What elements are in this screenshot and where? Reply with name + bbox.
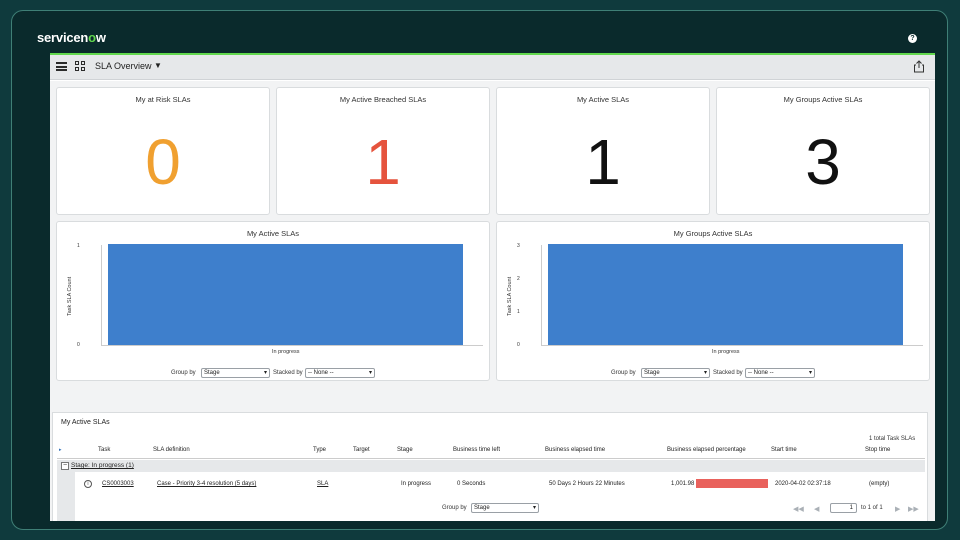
cell-business-elapsed-time: 50 Days 2 Hours 22 Minutes (549, 481, 625, 487)
group-by-select[interactable]: Stage (641, 368, 710, 378)
elapsed-percentage-bar (696, 479, 768, 488)
column-header-task[interactable]: Task (98, 447, 110, 453)
y-axis-label: Task SLA Count (67, 276, 73, 316)
column-header-business-time-left[interactable]: Business time left (453, 447, 500, 453)
bar-in-progress[interactable] (548, 244, 903, 345)
cell-business-time-left: 0 Seconds (457, 481, 486, 487)
scorecard-value[interactable]: 1 (277, 122, 489, 202)
x-tick-label: In progress (272, 349, 300, 355)
x-tick-label: In progress (712, 349, 740, 355)
column-header-type[interactable]: Type (313, 447, 326, 453)
chart-title: My Groups Active SLAs (673, 229, 753, 238)
y-tick-max: 1 (77, 243, 80, 249)
last-page-icon[interactable]: ▶▶ (908, 505, 919, 513)
group-label[interactable]: Stage: In progress (1) (71, 462, 134, 469)
column-header-target[interactable]: Target (353, 447, 370, 453)
app-frame: servicenow ? SLA Overview ▼ My at Risk S… (11, 10, 948, 530)
scorecard-breached[interactable]: My Active Breached SLAs 1 (276, 87, 490, 215)
y-axis-label: Task SLA Count (507, 276, 513, 316)
next-page-icon[interactable]: ▶ (895, 505, 900, 513)
plot-area (541, 244, 923, 346)
chart-my-active-slas: My Active SLAs Task SLA Count 1 0 In pro… (56, 221, 490, 381)
collapse-toggle[interactable]: − (61, 462, 69, 470)
first-page-icon[interactable]: ◀◀ (793, 505, 804, 513)
servicenow-logo[interactable]: servicenow (37, 30, 106, 45)
list-title: My Active SLAs (61, 419, 110, 426)
scorecard-title: My Active Breached SLAs (339, 95, 427, 104)
sla-list: My Active SLAs 1 total Task SLAs ▸ Task … (52, 412, 928, 521)
chart-my-groups-active-slas: My Groups Active SLAs Task SLA Count 3 2… (496, 221, 930, 381)
scorecard-title: My Groups Active SLAs (783, 95, 863, 104)
scorecard-groups-active[interactable]: My Groups Active SLAs 3 (716, 87, 930, 215)
column-header-stop-time[interactable]: Stop time (865, 447, 890, 453)
group-row: − Stage: In progress (1) (57, 460, 925, 472)
list-group-by-label: Group by (442, 505, 467, 511)
cell-stage: In progress (401, 481, 432, 487)
stacked-by-select[interactable]: -- None -- (745, 368, 815, 378)
question-icon[interactable]: ? (908, 34, 917, 43)
dashboard-title[interactable]: SLA Overview (95, 61, 152, 71)
scorecard-value[interactable]: 1 (497, 122, 709, 202)
scorecard-value[interactable]: 0 (57, 122, 269, 202)
y-tick-min: 0 (77, 342, 80, 348)
stacked-by-label: Stacked by (713, 370, 743, 376)
list-group-by-select[interactable]: Stage (471, 503, 539, 513)
plot-area (101, 244, 483, 346)
group-by-label: Group by (171, 370, 196, 376)
dashboard-toolbar: SLA Overview ▼ (50, 55, 935, 80)
stacked-by-label: Stacked by (273, 370, 303, 376)
scorecard-at-risk[interactable]: My at Risk SLAs 0 (56, 87, 270, 215)
column-header-business-elapsed-time[interactable]: Business elapsed time (545, 447, 605, 453)
record-count: 1 total Task SLAs (869, 436, 916, 442)
dashboard-canvas: My at Risk SLAs 0 My Active Breached SLA… (50, 81, 935, 521)
column-header-stage[interactable]: Stage (397, 447, 413, 453)
column-header-business-elapsed-percentage[interactable]: Business elapsed percentage (667, 447, 746, 453)
info-icon[interactable]: i (84, 480, 92, 488)
group-by-label: Group by (611, 370, 636, 376)
cell-start-time: 2020-04-02 02:37:18 (775, 481, 831, 487)
chart-title: My Active SLAs (246, 229, 300, 238)
top-navigation-bar: servicenow ? (12, 11, 947, 55)
y-tick-0: 0 (517, 342, 520, 348)
page-number-input[interactable]: 1 (830, 503, 857, 513)
prev-page-icon[interactable]: ◀ (814, 505, 819, 513)
cell-task[interactable]: CS0003003 (102, 481, 134, 487)
hamburger-icon[interactable] (56, 62, 67, 71)
bar-in-progress[interactable] (108, 244, 463, 345)
row-gutter (57, 472, 75, 521)
scorecard-title: My at Risk SLAs (135, 95, 191, 104)
scorecard-value[interactable]: 3 (717, 122, 929, 202)
dashboard-window: SLA Overview ▼ My at Risk SLAs 0 My Acti… (50, 53, 935, 521)
y-tick-2: 2 (517, 276, 520, 282)
group-by-select[interactable]: Stage (201, 368, 270, 378)
y-tick-3: 3 (517, 243, 520, 249)
cell-type[interactable]: SLA (317, 481, 328, 487)
stacked-by-select[interactable]: -- None -- (305, 368, 375, 378)
column-header-start-time[interactable]: Start time (771, 447, 797, 453)
page-range-text: to 1 of 1 (861, 505, 883, 511)
column-header-sla-definition[interactable]: SLA definition (153, 447, 190, 453)
chevron-down-icon[interactable]: ▼ (154, 61, 162, 70)
cell-business-elapsed-percentage: 1,001.98 (671, 481, 695, 487)
header-divider (57, 458, 925, 459)
scorecard-title: My Active SLAs (576, 95, 630, 104)
cell-sla-definition[interactable]: Case - Priority 3-4 resolution (5 days) (157, 481, 256, 487)
share-icon[interactable] (913, 60, 925, 73)
column-menu-icon[interactable]: ▸ (59, 447, 62, 453)
grid-icon[interactable] (75, 61, 85, 71)
y-tick-1: 1 (517, 309, 520, 315)
scorecard-active[interactable]: My Active SLAs 1 (496, 87, 710, 215)
cell-stop-time: (empty) (869, 481, 890, 487)
